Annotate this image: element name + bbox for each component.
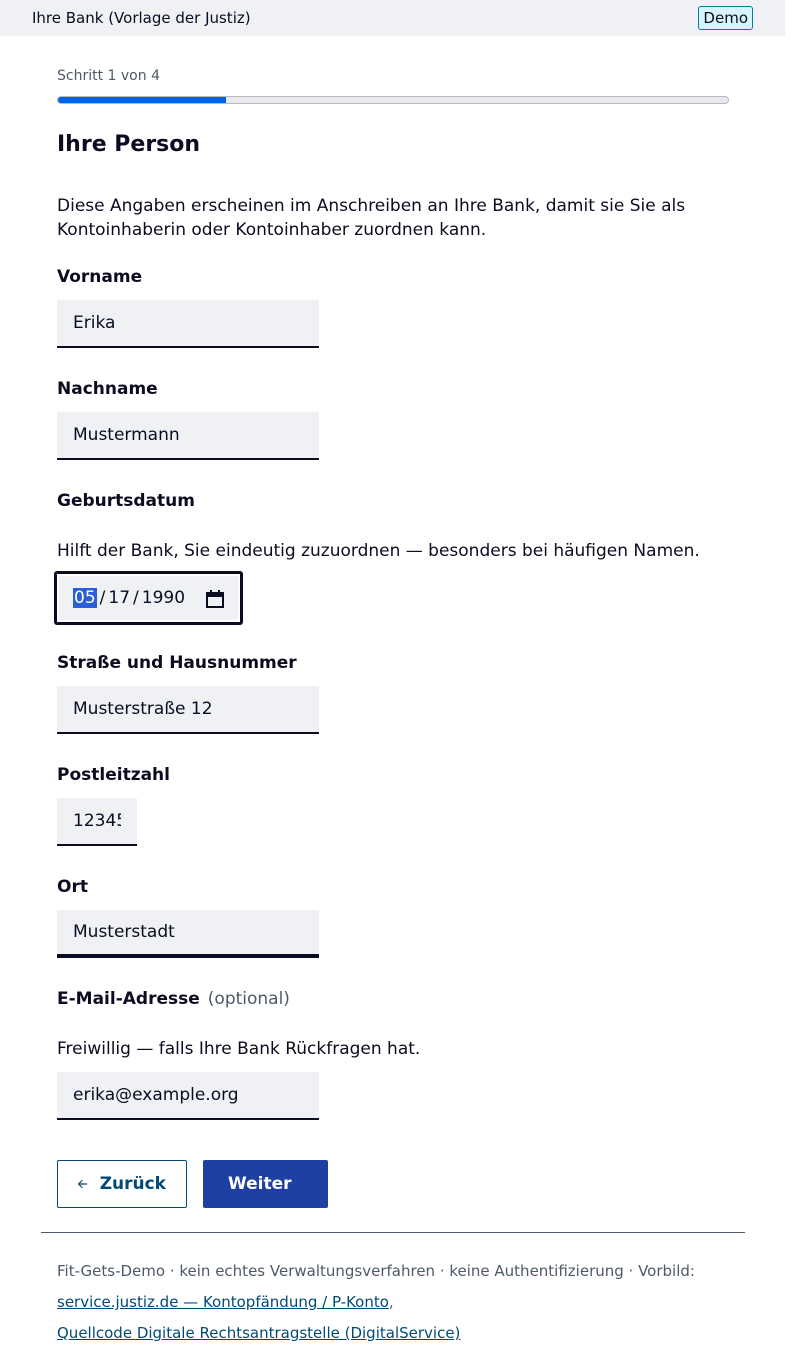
birthdate-year[interactable]: 1990 xyxy=(142,588,185,608)
step-indicator: Schritt 1 von 4 xyxy=(57,68,160,84)
birthdate-day[interactable]: 17 xyxy=(108,588,130,608)
first-name-input[interactable] xyxy=(57,300,319,348)
app-title: Ihre Bank (Vorlage der Justiz) xyxy=(32,9,251,27)
next-button[interactable]: Weiter xyxy=(203,1160,328,1208)
progress-fill xyxy=(58,97,226,103)
footer-text: Fit-Gets-Demo · kein echtes Verwaltungsv… xyxy=(57,1262,695,1280)
next-button-label: Weiter xyxy=(228,1174,292,1194)
intro-text: Diese Angaben erscheinen im Anschreiben … xyxy=(57,196,686,240)
street-input[interactable] xyxy=(57,686,319,734)
top-bar: Ihre Bank (Vorlage der Justiz) Demo xyxy=(0,0,785,36)
email-hint: Freiwillig — falls Ihre Bank Rückfragen … xyxy=(57,1039,421,1059)
city-input[interactable] xyxy=(57,910,319,958)
birthdate-month[interactable]: 05 xyxy=(73,588,97,608)
footer-separator: , xyxy=(388,1293,394,1311)
street-label: Straße und Hausnummer xyxy=(57,653,297,673)
email-label: E-Mail-Adresse (optional) xyxy=(57,989,290,1009)
optional-marker: (optional) xyxy=(207,989,290,1009)
birthdate-label: Geburtsdatum xyxy=(57,491,195,511)
demo-badge: Demo xyxy=(698,6,753,30)
footer-link-source-code[interactable]: Quellcode Digitale Rechtsantragstelle (D… xyxy=(57,1324,460,1342)
city-label: Ort xyxy=(57,877,88,897)
last-name-label: Nachname xyxy=(57,379,158,399)
back-button[interactable]: Zurück xyxy=(57,1160,187,1208)
arrow-left-icon xyxy=(78,1179,88,1189)
calendar-icon[interactable] xyxy=(206,590,224,608)
first-name-label: Vorname xyxy=(57,267,143,287)
zip-label: Postleitzahl xyxy=(57,765,170,785)
progress-bar xyxy=(57,96,729,104)
page-title: Ihre Person xyxy=(57,132,201,157)
form-buttons: Zurück Weiter xyxy=(57,1160,328,1208)
back-button-label: Zurück xyxy=(99,1174,166,1194)
footer: Fit-Gets-Demo · kein echtes Verwaltungsv… xyxy=(57,1256,747,1349)
footer-divider xyxy=(41,1232,745,1233)
footer-link-service-justiz[interactable]: service.justiz.de — Kontopfändung / P-Ko… xyxy=(57,1293,389,1311)
last-name-input[interactable] xyxy=(57,412,319,460)
birthdate-hint: Hilft der Bank, Sie eindeutig zuzuordnen… xyxy=(57,541,700,561)
email-input[interactable] xyxy=(57,1072,319,1120)
zip-input[interactable] xyxy=(57,798,137,846)
birthdate-input[interactable]: 05/17/1990 xyxy=(54,571,243,625)
email-label-text: E-Mail-Adresse xyxy=(57,989,200,1009)
